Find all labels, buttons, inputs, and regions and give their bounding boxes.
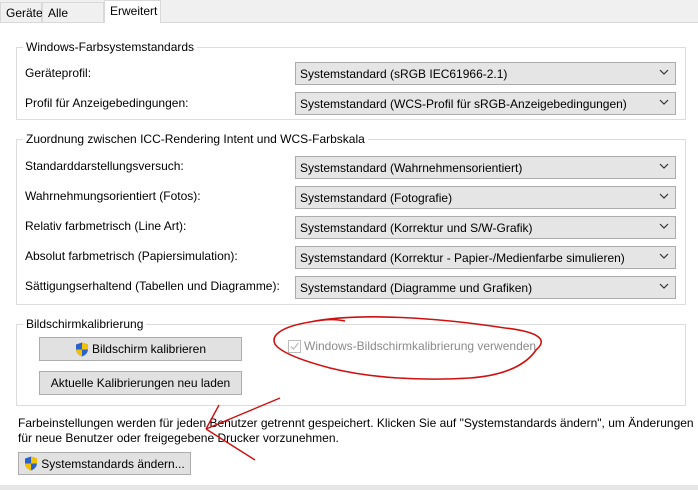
checkmark-icon [290, 342, 299, 350]
button-label: Aktuelle Kalibrierungen neu laden [50, 376, 231, 390]
absolute-label: Absolut farbmetrisch (Papiersimulation): [25, 249, 238, 263]
note-line-2: für neue Benutzer oder freigegebene Druc… [18, 431, 339, 445]
uac-shield-icon [75, 342, 88, 356]
change-system-defaults-button[interactable]: Systemstandards ändern... [18, 452, 191, 475]
perceptual-label: Wahrnehmungsorientiert (Fotos): [25, 189, 201, 203]
select-value: Systemstandard (Fotografie) [300, 191, 453, 205]
note-line-1: Farbeinstellungen werden für jeden Benut… [18, 416, 694, 430]
device-profile-select[interactable]: Systemstandard (sRGB IEC61966-2.1) [295, 62, 676, 85]
default-intent-select[interactable]: Systemstandard (Wahrnehmensorientiert) [295, 156, 676, 179]
default-intent-label: Standarddarstellungsversuch: [25, 159, 184, 173]
chevron-down-icon [659, 69, 669, 75]
tab-alle-profile[interactable]: Alle Profile [42, 2, 104, 34]
bottom-strip [0, 485, 698, 490]
viewing-conditions-select[interactable]: Systemstandard (WCS-Profil für sRGB-Anze… [295, 92, 676, 115]
select-value: Systemstandard (sRGB IEC61966-2.1) [300, 67, 508, 81]
select-value: Systemstandard (Korrektur - Papier-/Medi… [300, 251, 625, 265]
use-windows-calibration-checkbox[interactable] [288, 340, 301, 353]
relative-label: Relativ farbmetrisch (Line Art): [25, 219, 187, 233]
chevron-down-icon [659, 253, 669, 259]
select-value: Systemstandard (WCS-Profil für sRGB-Anze… [300, 97, 627, 111]
tab-geraete[interactable]: Geräte [0, 2, 43, 22]
select-value: Systemstandard (Diagramme und Grafiken) [300, 281, 533, 295]
absolute-select[interactable]: Systemstandard (Korrektur - Papier-/Medi… [295, 246, 676, 269]
viewing-conditions-label: Profil für Anzeigebedingungen: [25, 96, 189, 110]
reload-calibrations-button[interactable]: Aktuelle Kalibrierungen neu laden [39, 371, 242, 395]
chevron-down-icon [659, 283, 669, 289]
tab-erweitert[interactable]: Erweitert [104, 0, 161, 23]
tab-label: Erweitert [110, 4, 158, 18]
select-value: Systemstandard (Wahrnehmensorientiert) [300, 161, 523, 175]
chevron-down-icon [659, 223, 669, 229]
device-profile-label: Geräteprofil: [25, 66, 92, 80]
tab-label: Geräte [6, 6, 43, 20]
uac-shield-icon [25, 456, 38, 471]
chevron-down-icon [659, 193, 669, 199]
saturation-select[interactable]: Systemstandard (Diagramme und Grafiken) [295, 276, 676, 299]
button-label: Systemstandards ändern... [41, 456, 185, 471]
chevron-down-icon [659, 99, 669, 105]
saturation-label: Sättigungserhaltend (Tabellen und Diagra… [25, 279, 280, 293]
chevron-down-icon [659, 163, 669, 169]
group-title: Zuordnung zwischen ICC-Rendering Intent … [23, 132, 368, 146]
perceptual-select[interactable]: Systemstandard (Fotografie) [295, 186, 676, 209]
button-label: Bildschirm kalibrieren [91, 342, 207, 356]
calibrate-display-button[interactable]: Bildschirm kalibrieren [39, 337, 242, 361]
use-windows-calibration-label: Windows-Bildschirmkalibrierung verwenden [304, 339, 537, 353]
relative-select[interactable]: Systemstandard (Korrektur und S/W-Grafik… [295, 216, 676, 239]
group-title: Bildschirmkalibrierung [23, 317, 147, 331]
group-title: Windows-Farbsystemstandards [23, 40, 198, 54]
select-value: Systemstandard (Korrektur und S/W-Grafik… [300, 221, 533, 235]
